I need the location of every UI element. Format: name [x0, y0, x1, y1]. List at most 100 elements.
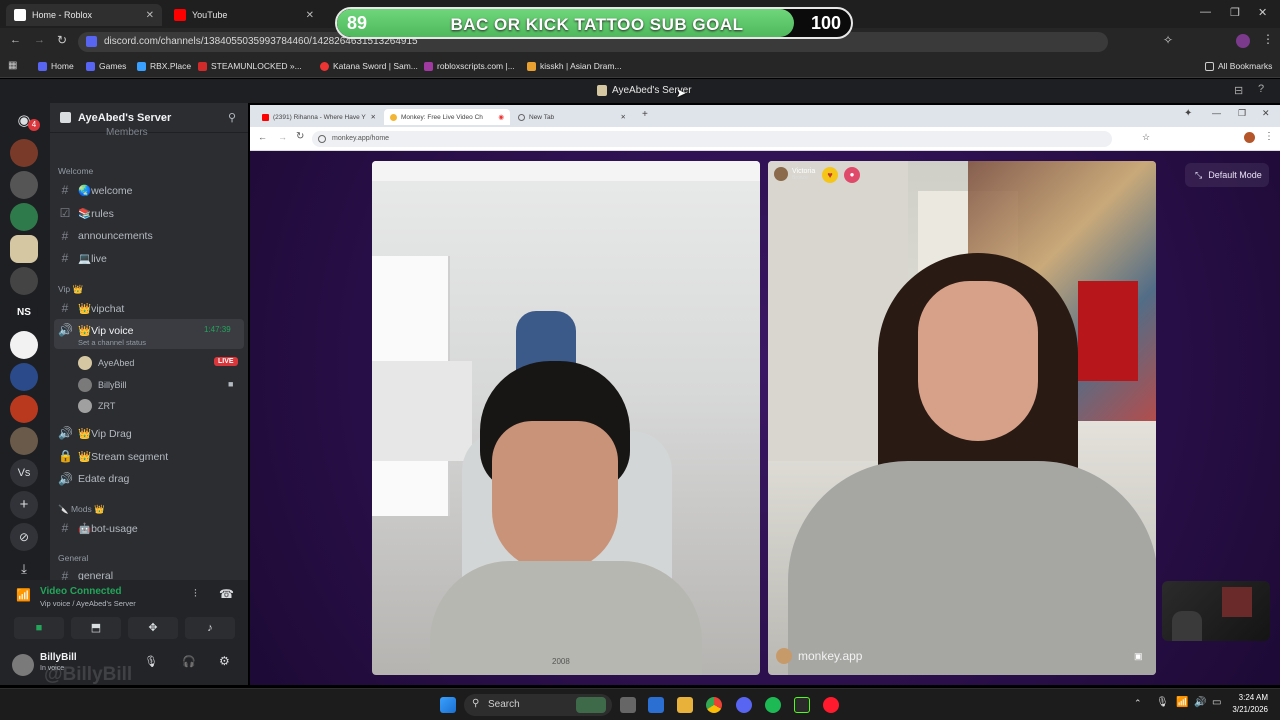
wifi-icon[interactable]: 📶	[1176, 697, 1188, 708]
server-avatar[interactable]	[10, 203, 38, 231]
explore-icon[interactable]: ⊘	[10, 523, 38, 551]
chevron-up-icon[interactable]: ⌃	[1134, 698, 1142, 709]
back-icon[interactable]: ←	[10, 34, 21, 46]
bookmark-steamunlocked[interactable]: STEAMUNLOCKED »...	[198, 61, 302, 71]
video-button[interactable]: ■	[14, 617, 64, 639]
widgets-icon[interactable]	[648, 697, 664, 713]
windows-start-icon[interactable]	[440, 697, 456, 713]
bookmark-robloxscripts[interactable]: robloxscripts.com |...	[424, 61, 515, 71]
settings-gear-icon[interactable]: ⚙	[219, 654, 230, 668]
default-mode-button[interactable]: ⤡ Default Mode	[1185, 163, 1269, 187]
menu-icon[interactable]: ⋮	[1264, 131, 1274, 142]
forward-icon[interactable]: →	[278, 132, 287, 142]
server-avatar[interactable]	[10, 363, 38, 391]
taskbar-search[interactable]: ⚲ Search	[464, 694, 612, 716]
add-server-icon[interactable]: +	[10, 491, 38, 519]
site-info-icon[interactable]	[318, 135, 326, 143]
channel-status-input[interactable]: Set a channel status	[78, 338, 146, 347]
download-icon[interactable]: ⤓	[10, 555, 38, 583]
close-icon[interactable]: ✕	[1262, 108, 1270, 119]
server-avatar-active[interactable]	[10, 235, 38, 263]
bookmark-home[interactable]: Home	[38, 61, 74, 71]
task-view-icon[interactable]	[620, 697, 636, 713]
all-bookmarks[interactable]: All Bookmarks	[1205, 61, 1272, 71]
close-icon[interactable]: ✕	[621, 113, 626, 121]
opera-icon[interactable]	[823, 697, 839, 713]
new-tab-icon[interactable]: +	[642, 109, 648, 120]
close-icon[interactable]: ✕	[146, 10, 154, 21]
apps-grid-icon[interactable]: ▦	[8, 60, 17, 71]
menu-icon[interactable]: ⋮	[1262, 32, 1274, 46]
maximize-icon[interactable]: ❐	[1238, 108, 1246, 119]
clock-time[interactable]: 3:24 AM	[1222, 693, 1268, 702]
voice-location[interactable]: Vip voice / AyeAbed's Server	[40, 599, 136, 608]
bookmark-games[interactable]: Games	[86, 61, 126, 71]
reload-icon[interactable]: ↻	[296, 131, 304, 142]
close-window-icon[interactable]: ✕	[1258, 6, 1267, 19]
server-avatar[interactable]: Vs	[10, 459, 38, 487]
browser-tab-monkey[interactable]: Monkey: Free Live Video Ch ◉	[384, 109, 510, 125]
server-avatar[interactable]	[10, 427, 38, 455]
channel-bot-usage[interactable]: # 🤖bot-usage	[58, 521, 138, 535]
bookmark-kisskh[interactable]: kisskh | Asian Dram...	[527, 61, 622, 71]
disconnect-icon[interactable]: ☎	[219, 587, 234, 601]
maximize-icon[interactable]: ❐	[1230, 6, 1240, 19]
inbox-icon[interactable]: ⊟	[1234, 84, 1243, 97]
invite-icon[interactable]: ⚲	[228, 111, 236, 124]
microphone-icon[interactable]: 🎙	[144, 655, 158, 668]
browser-tab-youtube[interactable]: (2391) Rihanna - Where Have Y ✕	[256, 109, 382, 125]
voice-user-ayeabed[interactable]: AyeAbed	[78, 356, 134, 370]
reload-icon[interactable]: ↻	[57, 33, 67, 47]
battery-icon[interactable]: ▭	[1212, 697, 1221, 708]
server-avatar[interactable]	[10, 395, 38, 423]
obs-icon[interactable]	[794, 697, 810, 713]
extensions-icon[interactable]: ✧	[1163, 33, 1173, 47]
channel-vipchat[interactable]: # 👑vipchat	[58, 301, 125, 315]
category-mods[interactable]: 🔪 Mods 👑	[58, 504, 105, 515]
sparkle-icon[interactable]: ✦	[1184, 108, 1192, 119]
noise-suppression-icon[interactable]: ⫶	[194, 588, 197, 601]
server-avatar[interactable]	[10, 139, 38, 167]
clock-date[interactable]: 3/21/2026	[1222, 705, 1268, 714]
channel-welcome[interactable]: # 🌏welcome	[58, 183, 133, 197]
channel-vip-drag[interactable]: 🔊 👑Vip Drag	[58, 426, 132, 440]
channel-vip-voice[interactable]: 🔊 👑Vip voice	[58, 323, 134, 337]
server-avatar[interactable]: NS	[10, 299, 38, 327]
close-icon[interactable]: ✕	[371, 113, 376, 121]
gift-icon[interactable]: ●	[844, 167, 860, 183]
remote-user-tag[interactable]: Victoria Bronze	[774, 167, 815, 181]
screen-share-button[interactable]: ⬒	[71, 617, 121, 639]
channel-announcements[interactable]: # announcements	[58, 229, 153, 243]
heart-icon[interactable]: ♥	[822, 167, 838, 183]
volume-icon[interactable]: 🔊	[1194, 697, 1206, 708]
activities-button[interactable]: ✥	[128, 617, 178, 639]
chrome-tab-roblox[interactable]: Home - Roblox ✕	[6, 4, 162, 26]
channel-live[interactable]: # 💻live	[58, 251, 107, 265]
bookmark-star-icon[interactable]: ☆	[1142, 132, 1150, 143]
profile-avatar[interactable]	[1236, 34, 1250, 48]
channel-edate-drag[interactable]: 🔊 Edate drag	[58, 472, 129, 486]
profile-avatar[interactable]	[1244, 132, 1255, 143]
help-icon[interactable]: ?	[1258, 83, 1264, 95]
server-avatar[interactable]	[10, 331, 38, 359]
microphone-tray-icon[interactable]: 🎙	[1156, 697, 1169, 708]
server-avatar[interactable]	[10, 267, 38, 295]
category-general[interactable]: General	[58, 553, 88, 563]
minimize-icon[interactable]: —	[1212, 108, 1221, 118]
report-icon[interactable]: ▣	[1134, 651, 1143, 662]
browser-tab-new[interactable]: New Tab ✕	[512, 109, 632, 125]
bookmark-rbxplace[interactable]: RBX.Place	[137, 61, 191, 71]
category-welcome[interactable]: Welcome	[58, 166, 93, 176]
spotify-icon[interactable]	[765, 697, 781, 713]
chrome-taskbar-icon[interactable]	[706, 697, 722, 713]
bookmark-katana[interactable]: Katana Sword | Sam...	[320, 61, 418, 71]
chrome-tab-youtube[interactable]: YouTube ✕	[166, 4, 322, 26]
soundboard-button[interactable]: ♪	[185, 617, 235, 639]
user-avatar[interactable]	[12, 654, 34, 676]
voice-user-billybill[interactable]: BillyBill	[78, 378, 127, 392]
channel-stream-segment[interactable]: 🔒 👑Stream segment	[58, 449, 168, 463]
browser-address-bar[interactable]: monkey.app/home	[312, 131, 1112, 147]
voice-user-zrt[interactable]: ZRT	[78, 399, 115, 413]
discord-taskbar-icon[interactable]	[736, 697, 752, 713]
file-explorer-icon[interactable]	[677, 697, 693, 713]
